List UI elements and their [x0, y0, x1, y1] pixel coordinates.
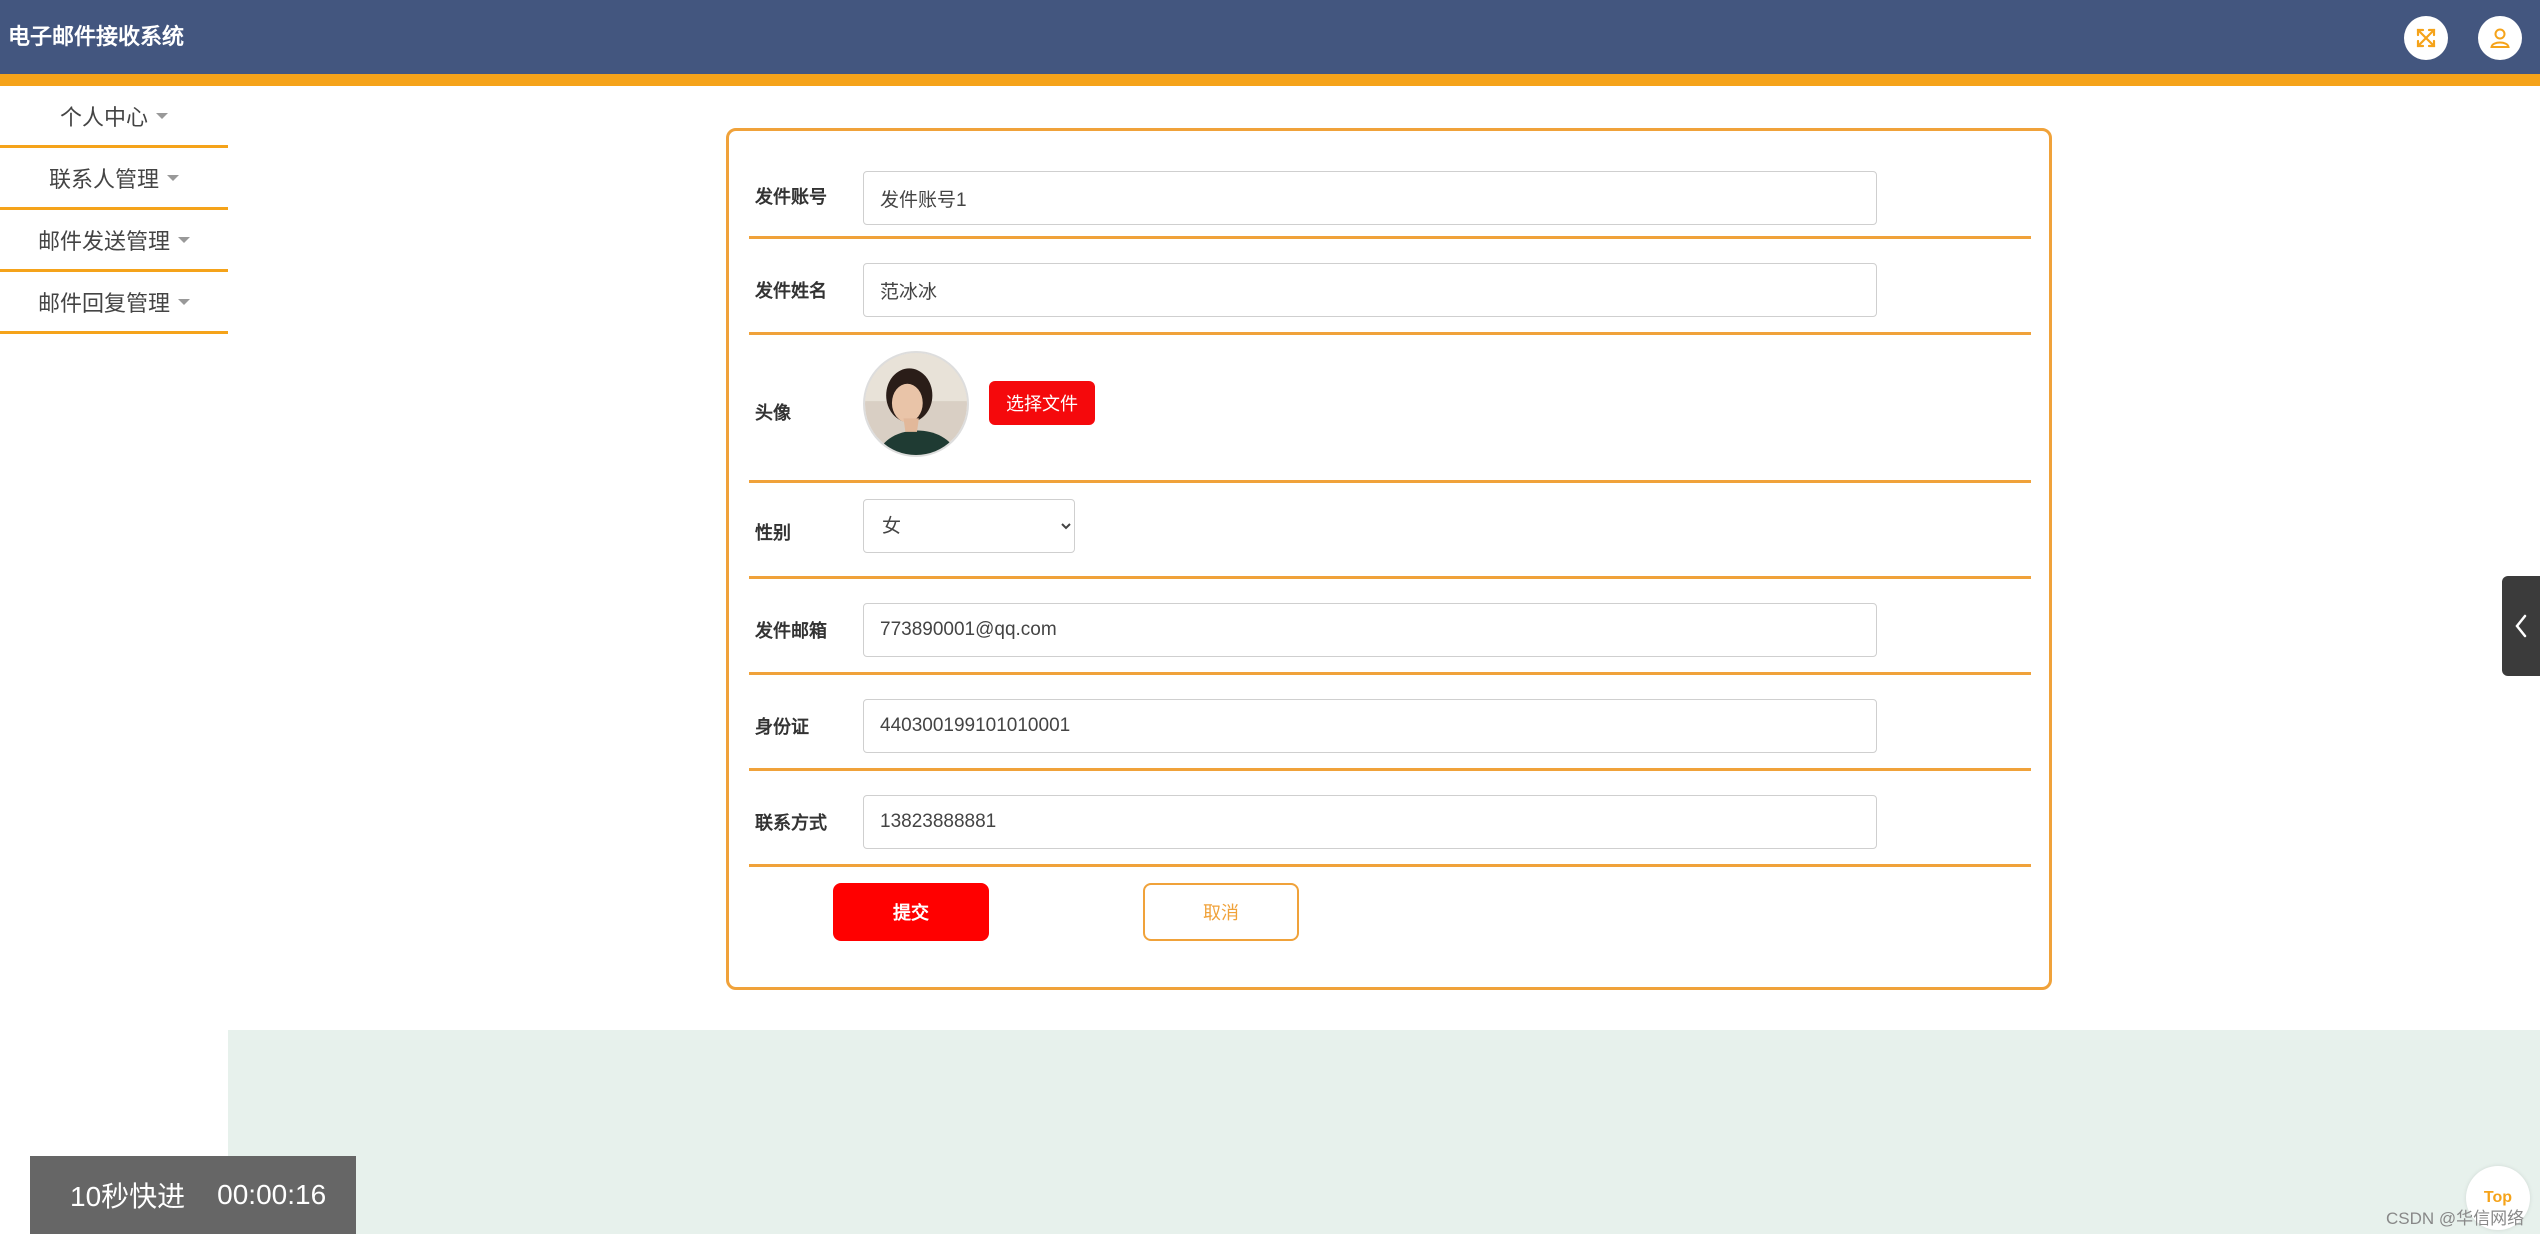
user-menu-button[interactable] — [2478, 16, 2522, 60]
form-row-name: 发件姓名 — [749, 239, 2031, 335]
sidebar-item-contacts[interactable]: 联系人管理 — [0, 148, 228, 210]
gender-select[interactable]: 女 — [863, 499, 1075, 553]
side-panel-toggle[interactable] — [2502, 576, 2540, 676]
expand-arrows-icon — [2416, 28, 2436, 48]
caret-down-icon — [167, 174, 179, 181]
fullscreen-button[interactable] — [2404, 16, 2448, 60]
submit-button[interactable]: 提交 — [833, 883, 989, 941]
profile-form-card: 发件账号 发件姓名 头像 选择文件 性别 女 发件邮箱 身份证 — [726, 128, 2052, 990]
sidebar-item-label: 联系人管理 — [48, 166, 159, 192]
sidebar-item-mail-send[interactable]: 邮件发送管理 — [0, 210, 228, 272]
header-accent-stripe — [0, 74, 2540, 86]
caret-down-icon — [178, 236, 190, 243]
video-control-bar: 10秒快进 00:00:16 — [30, 1156, 356, 1234]
account-label: 发件账号 — [755, 187, 827, 207]
avatar-label: 头像 — [755, 403, 791, 423]
id-card-input[interactable] — [863, 699, 1877, 753]
user-icon — [2490, 28, 2510, 48]
sidebar-item-label: 个人中心 — [59, 104, 148, 130]
choose-file-button[interactable]: 选择文件 — [989, 381, 1095, 425]
form-row-account: 发件账号 — [749, 131, 2031, 239]
email-input[interactable] — [863, 603, 1877, 657]
watermark: CSDN @华信网络 — [2386, 1209, 2525, 1228]
id-card-label: 身份证 — [755, 717, 809, 737]
gender-label: 性别 — [755, 523, 791, 543]
form-row-id-card: 身份证 — [749, 675, 2031, 771]
form-row-avatar: 头像 选择文件 — [749, 335, 2031, 483]
sidebar-item-label: 邮件回复管理 — [37, 290, 170, 316]
form-row-email: 发件邮箱 — [749, 579, 2031, 675]
chevron-left-icon — [2515, 614, 2527, 638]
caret-down-icon — [156, 112, 168, 119]
sidebar-item-personal-center[interactable]: 个人中心 — [0, 86, 228, 148]
name-label: 发件姓名 — [755, 281, 827, 301]
sidebar-item-mail-reply[interactable]: 邮件回复管理 — [0, 272, 228, 334]
phone-label: 联系方式 — [755, 813, 827, 833]
sidebar: 个人中心 联系人管理 邮件发送管理 邮件回复管理 — [0, 86, 228, 334]
name-input[interactable] — [863, 263, 1877, 317]
sidebar-item-label: 邮件发送管理 — [37, 228, 170, 254]
content-footer-area — [228, 1030, 2540, 1234]
phone-input[interactable] — [863, 795, 1877, 849]
form-row-gender: 性别 女 — [749, 483, 2031, 579]
cancel-button[interactable]: 取消 — [1143, 883, 1299, 941]
top-header: 电子邮件接收系统 — [0, 0, 2540, 74]
skip-forward-button[interactable]: 10秒快进 — [70, 1175, 185, 1215]
caret-down-icon — [178, 298, 190, 305]
form-row-phone: 联系方式 — [749, 771, 2031, 867]
email-label: 发件邮箱 — [755, 621, 827, 641]
video-timestamp: 00:00:16 — [217, 1179, 327, 1210]
account-input[interactable] — [863, 171, 1877, 225]
app-title: 电子邮件接收系统 — [8, 24, 185, 49]
avatar-image — [863, 351, 969, 457]
